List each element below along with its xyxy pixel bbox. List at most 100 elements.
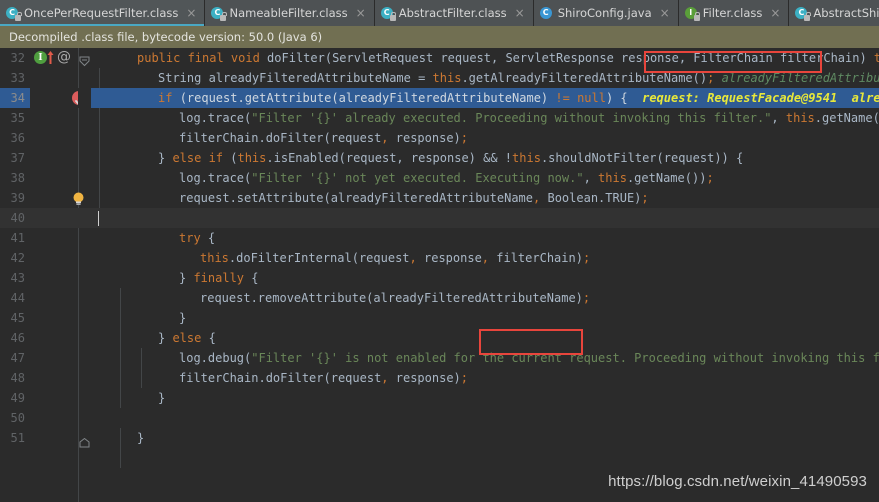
- line-gutter[interactable]: [30, 328, 78, 348]
- line-number: 33: [10, 71, 25, 85]
- class-file-icon: C: [6, 6, 22, 21]
- fold-column[interactable]: [78, 368, 91, 388]
- line-gutter[interactable]: [30, 168, 78, 188]
- line-gutter[interactable]: [30, 68, 78, 88]
- line-number: 49: [10, 391, 25, 405]
- code-line[interactable]: 39 request.setAttribute(alreadyFilteredA…: [0, 188, 879, 208]
- line-gutter[interactable]: [30, 388, 78, 408]
- fold-column[interactable]: [78, 148, 91, 168]
- fold-column[interactable]: [78, 88, 91, 108]
- code-line[interactable]: 48 filterChain.doFilter(request, respons…: [0, 368, 879, 388]
- fold-column[interactable]: [78, 48, 91, 68]
- tab-label: Filter.class: [702, 6, 763, 20]
- code-line-current-execution[interactable]: 34 if (request.getAttribute(alreadyFilte…: [0, 88, 879, 108]
- watermark-text: https://blog.csdn.net/weixin_41490593: [608, 473, 867, 490]
- code-text: if (request.getAttribute(alreadyFiltered…: [91, 88, 879, 108]
- fold-column[interactable]: [78, 288, 91, 308]
- fold-column[interactable]: [78, 168, 91, 188]
- line-number: 37: [10, 151, 25, 165]
- fold-column[interactable]: [78, 388, 91, 408]
- fold-column[interactable]: [78, 108, 91, 128]
- code-line[interactable]: 41 try {: [0, 228, 879, 248]
- editor-tab-bar: C OncePerRequestFilter.class × C Nameabl…: [0, 0, 879, 26]
- tab-close-icon[interactable]: ×: [659, 7, 671, 19]
- line-number: 36: [10, 131, 25, 145]
- code-line[interactable]: 51 }: [0, 428, 879, 448]
- line-gutter[interactable]: I @: [30, 48, 78, 68]
- tab-close-icon[interactable]: ×: [514, 7, 526, 19]
- line-gutter[interactable]: [30, 188, 84, 208]
- fold-column[interactable]: [78, 348, 91, 368]
- tab-nameable-filter[interactable]: C NameableFilter.class ×: [205, 0, 375, 26]
- line-number: 44: [10, 291, 25, 305]
- tab-once-per-request-filter[interactable]: C OncePerRequestFilter.class ×: [0, 0, 206, 26]
- code-line-caret[interactable]: 40: [0, 208, 879, 228]
- line-gutter[interactable]: [30, 368, 78, 388]
- line-gutter[interactable]: [30, 228, 78, 248]
- line-gutter[interactable]: [30, 408, 78, 428]
- code-line[interactable]: 45 }: [0, 308, 879, 328]
- fold-column[interactable]: [78, 188, 91, 208]
- line-gutter[interactable]: [30, 88, 86, 108]
- code-line[interactable]: 32 I @ public final void doFilter(Servle…: [0, 48, 879, 68]
- annotation-at-icon: @: [57, 49, 71, 65]
- fold-column[interactable]: [78, 128, 91, 148]
- line-gutter[interactable]: [30, 128, 78, 148]
- tab-shiro-config[interactable]: C ShiroConfig.java ×: [533, 0, 679, 26]
- tab-close-icon[interactable]: ×: [355, 7, 367, 19]
- debug-inline-value: alreadyFi: [851, 91, 879, 105]
- code-line[interactable]: 43 } finally {: [0, 268, 879, 288]
- fold-column[interactable]: [78, 228, 91, 248]
- tab-abstract-shiro[interactable]: C AbstractShir: [789, 0, 879, 26]
- line-gutter[interactable]: [30, 248, 78, 268]
- fold-column[interactable]: [78, 68, 91, 88]
- code-line[interactable]: 50: [0, 408, 879, 428]
- code-line[interactable]: 42 this.doFilterInternal(request, respon…: [0, 248, 879, 268]
- line-number: 40: [10, 211, 25, 225]
- line-gutter[interactable]: [30, 288, 78, 308]
- interface-file-icon: I: [684, 6, 701, 21]
- code-editor[interactable]: 32 I @ public final void doFilter(Servle…: [0, 48, 879, 502]
- fold-column[interactable]: [78, 308, 91, 328]
- fold-column[interactable]: [78, 208, 91, 228]
- implements-method-icon[interactable]: I: [34, 51, 47, 64]
- fold-column[interactable]: [78, 328, 91, 348]
- code-text: request.removeAttribute(alreadyFilteredA…: [200, 291, 591, 305]
- tab-abstract-filter[interactable]: C AbstractFilter.class ×: [374, 0, 534, 26]
- line-number: 42: [10, 251, 25, 265]
- line-gutter[interactable]: [30, 268, 78, 288]
- fold-column[interactable]: [78, 248, 91, 268]
- fold-column[interactable]: [78, 408, 91, 428]
- code-line[interactable]: 37 } else if (this.isEnabled(request, re…: [0, 148, 879, 168]
- line-gutter[interactable]: [30, 308, 78, 328]
- code-line[interactable]: 49 }: [0, 388, 879, 408]
- line-gutter[interactable]: [30, 108, 78, 128]
- tab-label: AbstractShir: [813, 6, 879, 20]
- code-line[interactable]: 46 } else {: [0, 328, 879, 348]
- line-gutter[interactable]: [30, 348, 78, 368]
- line-number: 48: [10, 371, 25, 385]
- code-line[interactable]: 44 request.removeAttribute(alreadyFilter…: [0, 288, 879, 308]
- code-line[interactable]: 47 log.debug("Filter '{}' is not enabled…: [0, 348, 879, 368]
- debug-inline-value: request: RequestFacade@9541: [642, 91, 838, 105]
- line-gutter[interactable]: [30, 148, 78, 168]
- fold-column[interactable]: [78, 268, 91, 288]
- line-gutter[interactable]: [30, 428, 78, 448]
- line-number: 32: [10, 51, 25, 65]
- line-number: 45: [10, 311, 25, 325]
- tab-close-icon[interactable]: ×: [185, 7, 197, 19]
- code-text: }: [179, 311, 187, 325]
- fold-collapse-icon[interactable]: [79, 52, 90, 67]
- code-line[interactable]: 38 log.trace("Filter '{}' not yet execut…: [0, 168, 879, 188]
- fold-column[interactable]: [78, 428, 91, 448]
- code-line[interactable]: 35 log.trace("Filter '{}' already execut…: [0, 108, 879, 128]
- fold-end-icon[interactable]: [79, 433, 90, 448]
- line-number: 50: [10, 411, 25, 425]
- code-line[interactable]: 36 filterChain.doFilter(request, respons…: [0, 128, 879, 148]
- tab-filter[interactable]: I Filter.class ×: [678, 0, 790, 26]
- line-gutter[interactable]: [30, 208, 78, 228]
- code-text: } else {: [158, 331, 216, 345]
- tab-close-icon[interactable]: ×: [769, 7, 781, 19]
- code-line[interactable]: 33 String alreadyFilteredAttributeName =…: [0, 68, 879, 88]
- text-caret: [98, 211, 99, 226]
